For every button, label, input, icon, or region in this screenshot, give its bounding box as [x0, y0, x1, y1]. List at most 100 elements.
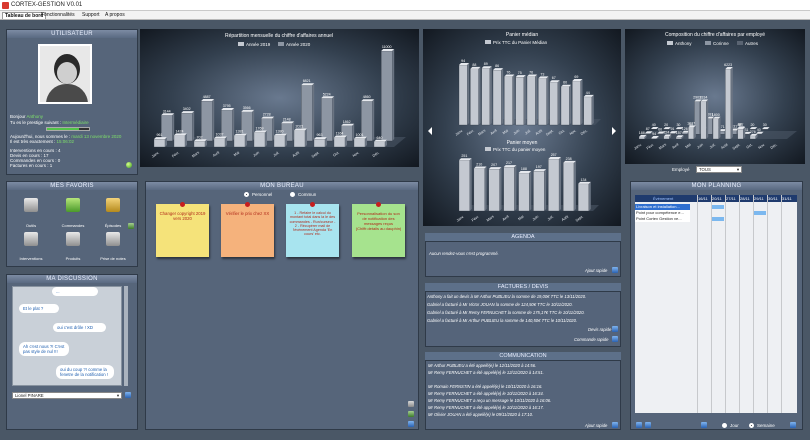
communication-row[interactable]: Mr Remy FERNUCHET a été appelé(e) le 12/…	[428, 370, 544, 375]
chart-data-label: 276	[750, 130, 756, 134]
agenda-quick-add[interactable]: Ajout rapide	[585, 268, 607, 273]
planning-add-icon[interactable]	[790, 422, 796, 428]
chart-bar-side	[265, 130, 267, 147]
planning-block[interactable]	[712, 217, 724, 221]
chart-bar-side	[743, 127, 746, 139]
send-message-icon[interactable]	[125, 392, 131, 398]
chart-tick-label: Mai	[502, 128, 509, 135]
interventions-icon[interactable]	[24, 232, 38, 246]
chart-bar-top	[354, 136, 367, 139]
employee-chart-title: Composition du chiffre d'affaires par em…	[665, 32, 765, 38]
chart-data-label: 126	[682, 127, 688, 131]
status-icon[interactable]	[126, 162, 132, 168]
chart-data-label: 6223	[724, 63, 732, 67]
communication-quick-add[interactable]: Ajout rapide	[585, 423, 607, 428]
chart-data-label: 961	[157, 133, 163, 137]
commandes-icon[interactable]	[66, 198, 80, 212]
contact-select[interactable]: Lionel PINARE ▾	[12, 392, 122, 399]
chart-bar-side	[499, 167, 502, 211]
invoice-row[interactable]: Gabriel a facturé à Mr Remy FERNUCHET la…	[427, 310, 585, 315]
chart-bar	[492, 69, 502, 126]
invoice-row[interactable]: Gabriel a facturé à Mr Arthur PUBLIEU la…	[427, 318, 577, 323]
chart-tick-label: Août	[561, 215, 569, 223]
quick-quote-icon[interactable]	[612, 326, 618, 332]
fav-episodes-label: Épisodes	[104, 223, 122, 228]
radio-personnel[interactable]	[244, 192, 249, 197]
communication-row[interactable]: Mr Olivier JOUAN a été appelé(e) le 09/1…	[428, 412, 533, 417]
communication-row[interactable]: Mr Remy FERNUCHET a été appelé(e) le 10/…	[428, 405, 544, 410]
menu-a-propos[interactable]: A propos	[103, 12, 127, 19]
chart-bar-top	[274, 133, 287, 136]
menu-fonctionnalites[interactable]: Fonctionnalités	[39, 12, 77, 19]
chart-bar	[333, 137, 346, 148]
radio-personnel-label: Personnel	[252, 192, 273, 197]
communication-row[interactable]: Mr Remy FERNUCHET a été appelé(e) le 10/…	[428, 391, 544, 396]
invoice-row[interactable]: Anthony a fait un devis à Mr Arthur PUBL…	[427, 294, 586, 299]
chart-tick-label: Déc.	[372, 151, 380, 159]
notes-icon[interactable]	[106, 232, 120, 246]
median-title: Panier médian	[506, 32, 538, 38]
planning-prev-icon[interactable]	[636, 422, 642, 428]
avatar	[38, 44, 92, 104]
communication-row[interactable]: Mr Romain FERNSTIN a été appelé(e) le 10…	[428, 384, 542, 389]
chart-data-label: 134	[580, 178, 586, 182]
legend-swatch-2020	[278, 42, 284, 46]
chart-bar-side	[588, 181, 591, 211]
chart-bar	[470, 68, 479, 126]
greeting: Bonjour Anthony	[10, 114, 44, 119]
chart-bar	[737, 128, 744, 140]
chart-bar	[688, 127, 695, 140]
chart-bar	[572, 80, 581, 126]
employee-filter-select[interactable]: TOUS ▾	[696, 166, 742, 173]
quick-order-link[interactable]: Commande rapide	[574, 337, 608, 342]
chart-tick-label: Févr.	[171, 151, 180, 159]
desk-refresh-icon[interactable]	[408, 411, 414, 417]
legend-2019: Année 2019	[246, 42, 271, 47]
communication-add-icon[interactable]	[612, 422, 618, 428]
chart-data-label: 2148	[283, 117, 291, 121]
communication-row[interactable]: Mr Remy FERNUCHET a reçu un message le 1…	[428, 398, 551, 403]
sticky-note[interactable]: Vérifier le prix chez XX	[221, 202, 274, 257]
communication-row[interactable]: Mr Arthur PUBLIEU a été appelé(e) le 12/…	[428, 363, 536, 368]
chart-data-label: 40	[652, 123, 656, 127]
outils-icon[interactable]	[24, 198, 38, 212]
chart-bar	[488, 168, 500, 212]
user-header: UTILISATEUR	[7, 30, 137, 38]
planning-day: 29/11	[754, 196, 764, 201]
chart-data-label: 11000	[382, 45, 392, 49]
agenda-add-icon[interactable]	[612, 267, 618, 273]
quick-quote-link[interactable]: Devis rapide	[588, 327, 611, 332]
chart-data-label: 963	[317, 133, 323, 137]
planning-day: 20/11	[712, 196, 722, 201]
sticky-note[interactable]: Personnalisation du son de notification …	[352, 202, 405, 257]
chart-bar-top	[518, 170, 532, 173]
sticky-note[interactable]: Changer copyright 2019 vers 2020	[156, 202, 209, 257]
radio-jour[interactable]	[722, 423, 727, 428]
chart-bar	[644, 133, 651, 135]
desk-zoom-icon[interactable]	[408, 401, 414, 407]
chat-message: oui du coup ?! comme la fenetre de la no…	[56, 365, 114, 379]
favorites-settings-icon[interactable]	[128, 223, 134, 229]
planning-today-icon[interactable]	[701, 422, 707, 428]
radio-semaine[interactable]	[749, 423, 754, 428]
chart-data-label: 76	[529, 70, 533, 74]
planning-event[interactable]: Point Cortex Gestion ve...	[635, 216, 690, 222]
chart-bar	[321, 98, 333, 142]
chat-scrollbar[interactable]	[124, 286, 128, 386]
chart-bar-top	[578, 181, 591, 184]
planning-next-icon[interactable]	[645, 422, 651, 428]
invoice-row[interactable]: Gabriel a facturé à Mr Victor JOUAN la s…	[427, 302, 573, 307]
planning-block[interactable]	[712, 205, 724, 209]
chart-bar-side	[489, 66, 492, 125]
quick-order-icon[interactable]	[612, 336, 618, 342]
menu-support[interactable]: Support	[80, 12, 102, 19]
sticky-note[interactable]: 1 - Refaire le calcul du montant total d…	[286, 202, 339, 257]
chart-bar-side	[730, 67, 733, 139]
radio-commun[interactable]	[290, 192, 295, 197]
produits-icon[interactable]	[66, 232, 80, 246]
planning-day: 27/11	[726, 196, 736, 201]
episodes-icon[interactable]	[106, 198, 120, 212]
chart-data-label: 40	[757, 128, 761, 132]
planning-block[interactable]	[754, 211, 766, 215]
desk-add-icon[interactable]	[408, 421, 414, 427]
